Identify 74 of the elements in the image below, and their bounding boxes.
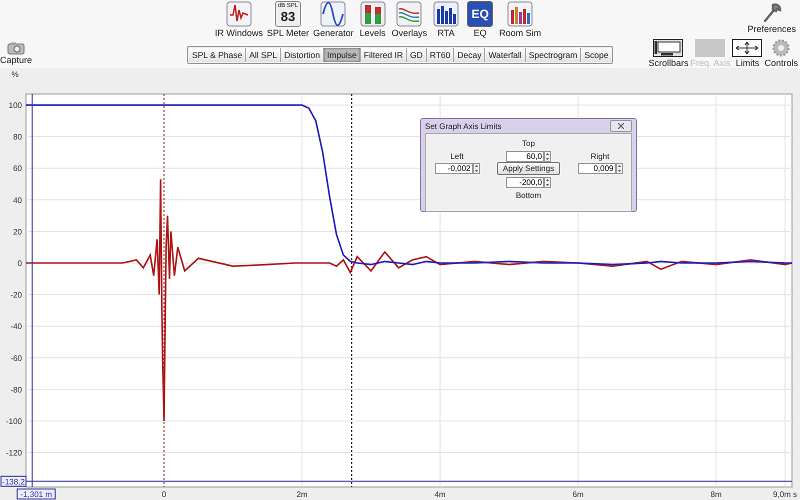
close-button[interactable] (610, 120, 632, 132)
number-field[interactable]: 60,0 (506, 150, 544, 162)
apply-button[interactable]: Apply Settings (496, 162, 560, 175)
wrench-icon (762, 1, 782, 23)
y-tick-label: -100 (6, 417, 22, 426)
y-tick-label: -60 (10, 354, 22, 363)
cursor-readout: -138,2 (0, 476, 26, 487)
x-tick-label: 2m (296, 490, 308, 499)
axis-box-icon (695, 39, 726, 57)
view-tab[interactable]: SPL & Phase (188, 48, 246, 62)
x-tick-label: 0 (162, 490, 166, 499)
gear-icon (772, 39, 790, 57)
toolbar-button[interactable]: EQ EQ (465, 0, 496, 38)
field-label: Left (450, 152, 464, 160)
y-tick-label: 0 (18, 259, 22, 268)
number-field[interactable]: 0,009 (578, 163, 616, 174)
toolbar-button[interactable]: Generator (313, 0, 354, 38)
y-tick-label: 60 (13, 164, 22, 174)
field-label: Bottom (516, 190, 542, 200)
view-tool-button[interactable]: Controls (764, 39, 798, 68)
x-tick-label: 9,0m s (772, 490, 797, 499)
view-tab[interactable]: RT60 (426, 48, 454, 62)
number-field[interactable]: -200,0 (506, 176, 544, 188)
y-tick-label: 40 (13, 196, 22, 205)
view-tool-button[interactable]: Scrollbars (648, 39, 688, 68)
y-tick-label: 80 (13, 132, 22, 142)
view-tool-button[interactable]: Limits (732, 39, 762, 68)
view-tab[interactable]: Spectrogram (526, 48, 582, 62)
view-tab[interactable]: Waterfall (485, 48, 526, 62)
sine-wave-icon (320, 1, 346, 27)
y-tick-label: -120 (6, 448, 22, 458)
x-tick-label: 8m (710, 490, 722, 499)
field-label: Right (590, 152, 610, 160)
x-tick-label: 6m (572, 490, 584, 499)
view-tab[interactable]: Filtered IR (360, 48, 407, 62)
spinner-icon[interactable] (472, 163, 480, 174)
arrows-icon (732, 39, 762, 57)
toolbar-button[interactable]: IR Windows (214, 0, 263, 38)
number-field[interactable]: -0,002 (434, 163, 472, 174)
y-tick-label: -20 (10, 290, 22, 300)
waveform-icon (226, 1, 252, 27)
level-meter-icon (360, 1, 386, 27)
y-tick-label: 100 (8, 101, 22, 110)
y-axis-label: % (11, 70, 19, 79)
cursor-readout: -1,301 m (16, 488, 56, 500)
toolbar-button[interactable]: Room Sim (499, 0, 542, 38)
preferences-button[interactable]: Preferences (747, 0, 796, 34)
toolbar-button[interactable]: Overlays (392, 0, 428, 38)
y-tick-label: -40 (10, 322, 22, 332)
dialog-title: Set Graph Axis Limits (425, 122, 502, 130)
close-icon (618, 123, 624, 129)
y-tick-label: -80 (10, 385, 22, 394)
bar-graph-icon (433, 1, 460, 27)
capture-button[interactable]: Capture (0, 42, 32, 65)
spinner-icon[interactable] (544, 150, 551, 162)
view-tab[interactable]: Distortion (281, 48, 324, 62)
y-tick-label: 20 (13, 227, 22, 236)
view-tab[interactable]: GD (406, 48, 427, 62)
view-tab[interactable]: Decay (454, 48, 486, 62)
x-tick-label: 4m (434, 490, 446, 499)
eq-icon: EQ (467, 1, 494, 27)
spinner-icon[interactable] (616, 163, 622, 174)
view-tab[interactable]: All SPL (246, 48, 282, 62)
bar-chart-icon (507, 1, 534, 27)
toolbar-button[interactable]: RTA (431, 0, 462, 38)
camera-icon (7, 42, 25, 55)
window-scrollbars-icon (653, 39, 684, 57)
field-label: Top (522, 139, 535, 148)
toolbar-button[interactable]: Levels (358, 0, 388, 38)
view-tab[interactable]: Impulse (324, 48, 361, 62)
ref-line-label: -1,301 m (20, 490, 52, 499)
view-tab[interactable]: Scope (581, 48, 612, 62)
overlay-curves-icon (396, 1, 422, 27)
spinner-icon[interactable] (544, 176, 551, 188)
